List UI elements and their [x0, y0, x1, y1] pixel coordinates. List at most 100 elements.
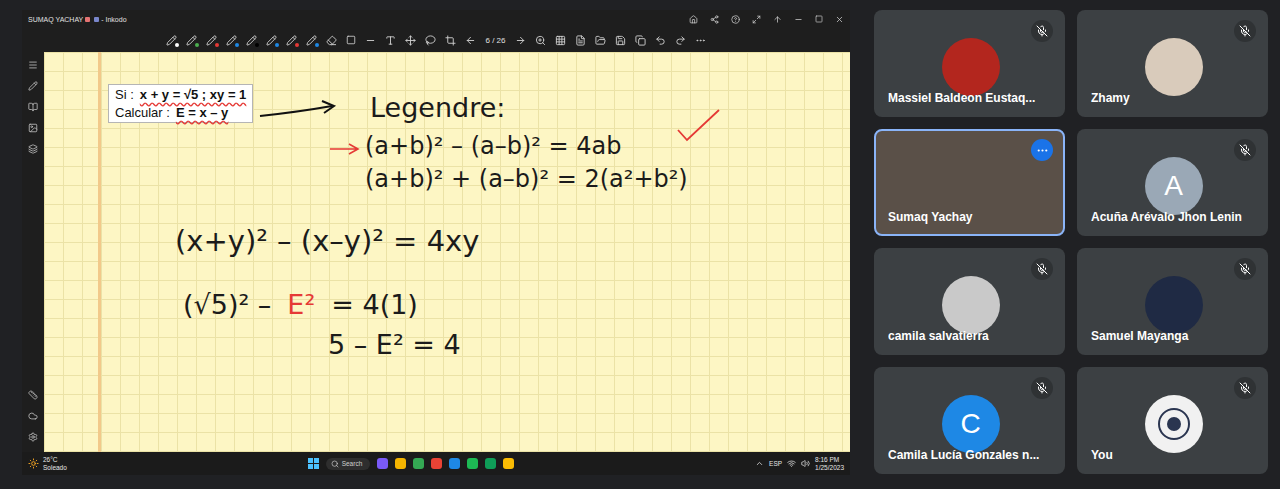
participant-name: camila salvatierra — [888, 329, 1053, 343]
layers-icon[interactable] — [28, 144, 38, 154]
app-icon[interactable] — [377, 458, 388, 469]
app-icon[interactable] — [431, 458, 442, 469]
participant-tile[interactable]: CCamila Lucía Gonzales n... — [874, 367, 1065, 474]
document-icon[interactable] — [575, 35, 586, 46]
close-icon[interactable] — [835, 15, 844, 24]
app-icon[interactable] — [449, 458, 460, 469]
pen-tool[interactable] — [186, 35, 197, 46]
taskbar: 26°CSoleado Search ESP 8:16 PM1/25/2023 — [22, 452, 850, 475]
mic-off-icon — [1036, 382, 1048, 394]
workspace: Si :x + y = √5 ; xy = 1Calcular :E = x –… — [22, 52, 850, 452]
mute-badge — [1234, 377, 1256, 399]
problem-row: Calcular :E = x – y — [115, 105, 246, 120]
next-page-icon[interactable] — [515, 35, 526, 46]
crop-icon[interactable] — [445, 35, 456, 46]
avatar: A — [1145, 157, 1203, 215]
problem-box: Si :x + y = √5 ; xy = 1Calcular :E = x –… — [108, 84, 253, 123]
participant-tile[interactable]: camila salvatierra — [874, 248, 1065, 355]
clock[interactable]: 8:16 PM1/25/2023 — [815, 456, 844, 470]
pen-tool[interactable] — [286, 35, 297, 46]
redo-icon[interactable] — [675, 35, 686, 46]
language-indicator[interactable]: ESP — [769, 460, 782, 467]
copy-icon[interactable] — [635, 35, 646, 46]
avatar-photo — [942, 38, 1000, 96]
avatar-photo — [942, 276, 1000, 334]
cloud-icon[interactable] — [28, 411, 38, 421]
line-icon[interactable] — [365, 35, 376, 46]
more-options-button[interactable] — [1031, 139, 1053, 161]
arrow-up-icon[interactable] — [773, 15, 782, 24]
equation-line: (√5)² –E²= 4(1) — [183, 289, 418, 321]
settings-icon[interactable] — [28, 432, 38, 442]
move-icon[interactable] — [405, 35, 416, 46]
taskbar-search[interactable]: Search — [326, 458, 371, 470]
whiteboard-canvas[interactable]: Si :x + y = √5 ; xy = 1Calcular :E = x –… — [44, 52, 850, 452]
library-icon[interactable] — [28, 102, 38, 112]
participant-tile[interactable]: AAcuña Arévalo Jhon Lenin — [1077, 129, 1268, 236]
lasso-icon[interactable] — [425, 35, 436, 46]
app-icon[interactable] — [395, 458, 406, 469]
rectangle-icon[interactable] — [346, 35, 356, 45]
tray-expand-icon[interactable] — [755, 459, 764, 468]
mic-off-icon — [1036, 263, 1048, 275]
pen-icon[interactable] — [28, 81, 38, 91]
avatar-photo — [1145, 38, 1203, 96]
pen-color-dot — [215, 43, 219, 47]
mute-badge — [1031, 20, 1053, 42]
pen-tool[interactable] — [246, 35, 257, 46]
avatar-photo — [1145, 276, 1203, 334]
equation-line: 5 – E² = 4 — [328, 329, 461, 361]
participant-tile[interactable]: You — [1077, 367, 1268, 474]
participant-name: Massiel Baldeon Eustaq... — [888, 91, 1053, 105]
participant-grid: Massiel Baldeon Eustaq... Zhamy Sumaq Yach… — [874, 10, 1268, 475]
windows-start-icon[interactable] — [308, 458, 319, 469]
home-icon[interactable] — [689, 15, 698, 24]
weather-widget[interactable]: 26°CSoleado — [28, 456, 67, 470]
window-title: SUMAQ YACHAY- Inkodo — [28, 16, 127, 23]
participant-name: Acuña Arévalo Jhon Lenin — [1091, 210, 1256, 224]
app-icon[interactable] — [413, 458, 424, 469]
app-icon[interactable] — [485, 458, 496, 469]
participant-tile[interactable]: Zhamy — [1077, 10, 1268, 117]
pen-tool[interactable] — [306, 35, 317, 46]
pen-color-dot — [275, 43, 279, 47]
restore-icon[interactable] — [815, 15, 823, 23]
system-tray: ESP 8:16 PM1/25/2023 — [755, 456, 844, 470]
grid-icon[interactable] — [555, 35, 566, 46]
participant-name: Sumaq Yachay — [888, 210, 1053, 224]
pen-tool[interactable] — [166, 35, 177, 46]
menu-icon[interactable] — [28, 60, 38, 70]
app-icon[interactable] — [467, 458, 478, 469]
previous-page-icon[interactable] — [465, 35, 476, 46]
eraser-icon[interactable] — [326, 35, 337, 46]
zoom-icon[interactable] — [535, 35, 546, 46]
wifi-icon[interactable] — [787, 459, 796, 468]
participant-tile[interactable]: Sumaq Yachay — [874, 129, 1065, 236]
minimize-icon[interactable] — [794, 15, 803, 24]
pen-tool[interactable] — [266, 35, 277, 46]
title-bar: SUMAQ YACHAY- Inkodo — [22, 10, 850, 28]
help-icon[interactable] — [731, 15, 740, 24]
more-icon[interactable] — [1036, 144, 1049, 157]
volume-icon[interactable] — [801, 459, 810, 468]
app-icon[interactable] — [503, 458, 514, 469]
toolbar: 6 / 26 — [22, 28, 850, 52]
pen-color-dot — [295, 43, 299, 47]
undo-icon[interactable] — [655, 35, 666, 46]
save-icon[interactable] — [615, 35, 626, 46]
image-icon[interactable] — [28, 123, 38, 133]
participant-tile[interactable]: Samuel Mayanga — [1077, 248, 1268, 355]
text-icon[interactable] — [385, 35, 396, 46]
pen-tool[interactable] — [226, 35, 237, 46]
search-icon — [331, 460, 339, 468]
mute-badge — [1234, 139, 1256, 161]
ruler-icon[interactable] — [28, 390, 38, 400]
pen-color-dot — [195, 43, 199, 47]
participant-tile[interactable]: Massiel Baldeon Eustaq... — [874, 10, 1065, 117]
share-icon[interactable] — [710, 15, 719, 24]
pen-tool[interactable] — [206, 35, 217, 46]
open-icon[interactable] — [595, 35, 606, 46]
pen-color-dot — [255, 43, 259, 47]
maximize-icon[interactable] — [752, 15, 761, 24]
more-icon[interactable] — [695, 35, 706, 46]
